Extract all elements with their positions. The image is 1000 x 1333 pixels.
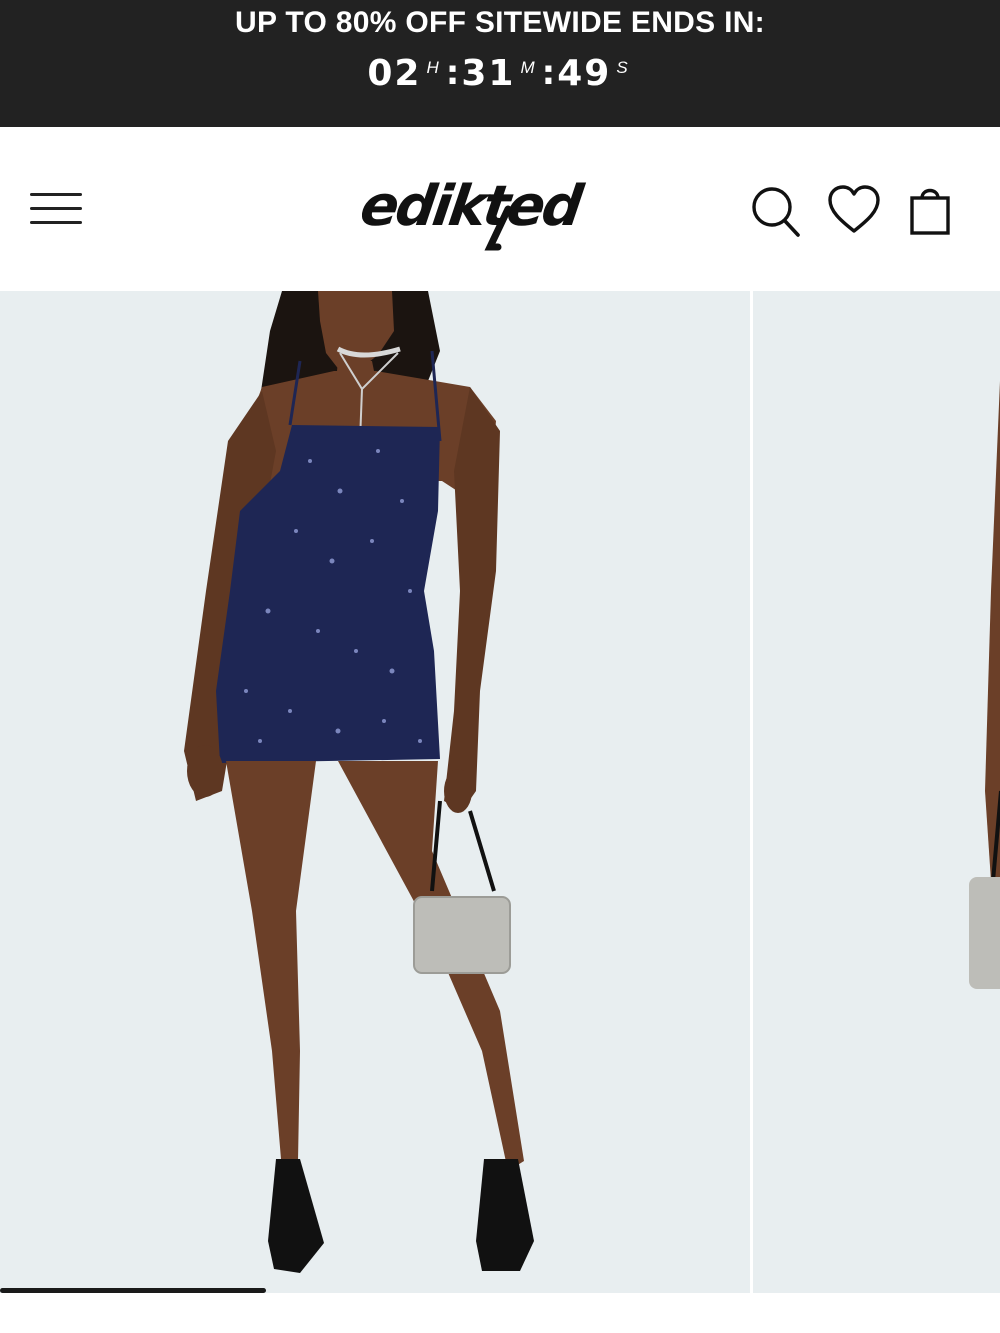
countdown-seconds: 49 (557, 53, 612, 94)
search-icon[interactable] (750, 184, 802, 238)
model-front-image (184, 291, 534, 1273)
countdown-minutes: 31 (461, 53, 516, 94)
countdown-seconds-unit: S (616, 58, 629, 77)
model-side-image (969, 381, 1000, 989)
heart-icon[interactable] (826, 184, 882, 236)
bag-icon[interactable] (906, 182, 954, 238)
site-logo[interactable]: edikted (356, 171, 638, 251)
gallery-scroll-indicator (0, 1288, 1000, 1293)
logo-wordmark-icon: edikted (356, 174, 588, 251)
countdown-minutes-unit: M (520, 58, 536, 77)
site-header: edikted (0, 127, 1000, 291)
countdown-separator: : (445, 53, 460, 93)
countdown-timer: 02 H : 31 M : 49 S (0, 52, 1000, 96)
menu-icon[interactable] (30, 193, 82, 225)
product-gallery[interactable] (0, 291, 1000, 1293)
countdown-hours: 02 (367, 53, 422, 94)
promo-text: UP TO 80% OFF SITEWIDE ENDS IN: (235, 6, 765, 39)
countdown-hours-unit: H (426, 58, 440, 77)
product-image-side[interactable] (753, 291, 1000, 1293)
countdown-separator: : (541, 53, 556, 93)
product-image-front[interactable] (0, 291, 750, 1293)
svg-text:edikted: edikted (362, 174, 588, 239)
promo-banner: UP TO 80% OFF SITEWIDE ENDS IN: 02 H : 3… (0, 0, 1000, 127)
gallery-scroll-thumb[interactable] (0, 1288, 266, 1293)
